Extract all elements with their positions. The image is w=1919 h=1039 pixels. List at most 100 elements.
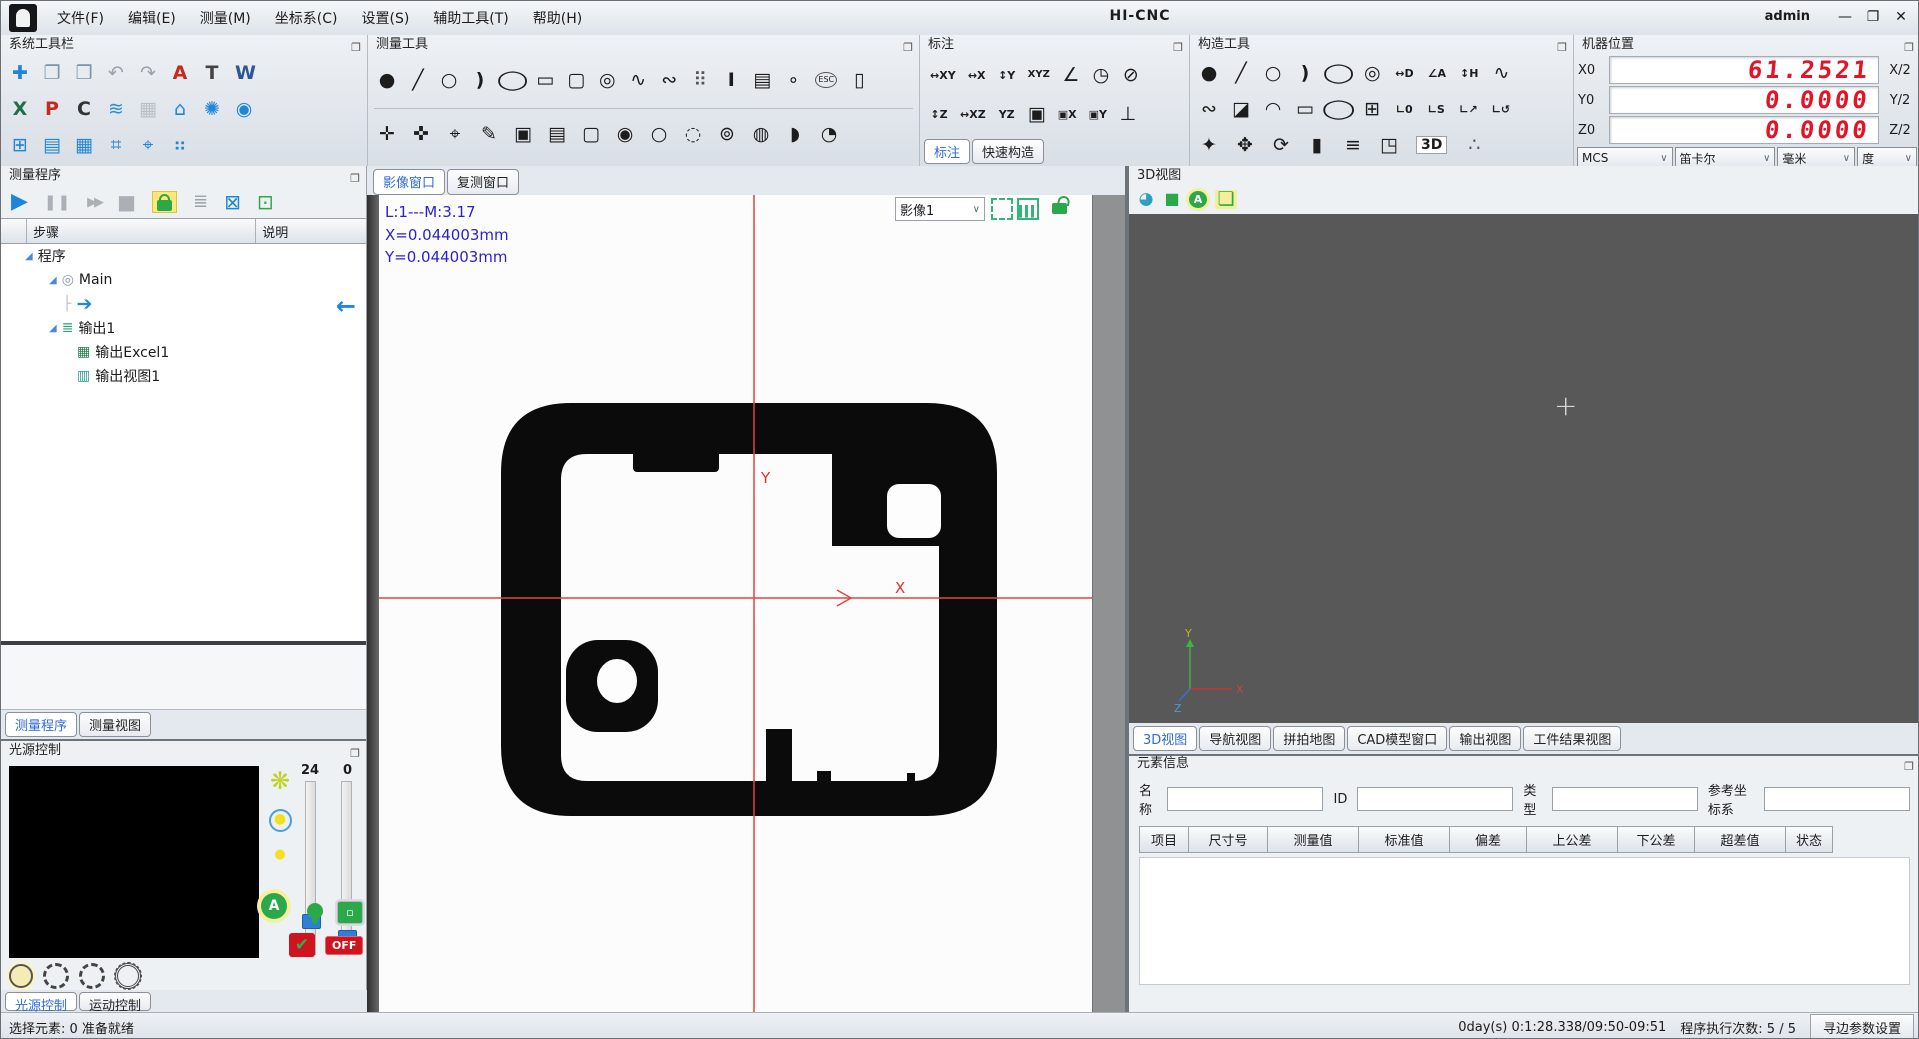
collapse-panel-icon[interactable]: ❐ bbox=[1904, 38, 1914, 58]
tab-image-window[interactable]: 影像窗口 bbox=[373, 169, 445, 195]
dim-xyz-icon[interactable]: XYZ bbox=[1028, 70, 1050, 80]
frame-program-icon[interactable]: ⊡ bbox=[257, 192, 274, 212]
dim-box-y-icon[interactable]: ▣Y bbox=[1089, 109, 1107, 120]
txt-export-icon[interactable]: T bbox=[203, 64, 221, 83]
construct-distance-icon[interactable]: ↔D bbox=[1395, 68, 1413, 79]
collapse-panel-icon[interactable]: ❐ bbox=[350, 744, 360, 764]
tab-quick-construct[interactable]: 快速构造 bbox=[972, 139, 1044, 164]
dim-yz-icon[interactable]: YZ bbox=[998, 109, 1016, 120]
snapshot-button[interactable]: ▫ bbox=[337, 901, 363, 924]
construct-circle-icon[interactable]: ○ bbox=[1264, 64, 1282, 83]
auto-light-button[interactable]: A bbox=[261, 893, 287, 919]
pdf-export-icon[interactable]: P bbox=[43, 100, 61, 119]
expander-icon[interactable]: ◢ bbox=[25, 251, 33, 262]
menu-measure[interactable]: 测量(M) bbox=[190, 4, 261, 32]
tab-measure-view[interactable]: 测量视图 bbox=[79, 712, 151, 737]
column-header[interactable] bbox=[1, 219, 27, 243]
circle-tool-icon[interactable]: ○ bbox=[440, 71, 458, 90]
tree-row-program[interactable]: ◢ 程序 bbox=[1, 244, 366, 268]
bulb-icon[interactable] bbox=[307, 903, 323, 919]
histogram-icon[interactable] bbox=[1017, 198, 1039, 220]
menu-settings[interactable]: 设置(S) bbox=[351, 4, 419, 32]
coord-restore-icon[interactable]: ∟↺ bbox=[1492, 104, 1510, 115]
report-table-icon[interactable]: ▤ bbox=[43, 136, 61, 155]
spot-light-icon[interactable]: ● bbox=[271, 848, 289, 861]
tab-remeasure-window[interactable]: 复测窗口 bbox=[447, 169, 519, 195]
tab-cad-window[interactable]: CAD模型窗口 bbox=[1347, 726, 1447, 751]
small-circle-tool-icon[interactable]: ∘ bbox=[784, 71, 802, 90]
camera-preview[interactable] bbox=[9, 766, 259, 958]
point-tool-icon[interactable]: ● bbox=[378, 71, 396, 90]
mode-3d-button[interactable]: 3D bbox=[1416, 136, 1447, 154]
dim-radius-icon[interactable]: ◷ bbox=[1092, 66, 1110, 85]
light-mode-ring4-icon[interactable] bbox=[43, 963, 69, 989]
name-input[interactable] bbox=[1167, 787, 1323, 811]
dim-perpendicular-icon[interactable]: ⊥ bbox=[1119, 105, 1137, 124]
col-status[interactable]: 状态 bbox=[1785, 826, 1833, 853]
run-program-icon[interactable]: ▶ bbox=[11, 191, 28, 213]
ring-tool-icon[interactable]: ◎ bbox=[598, 71, 616, 90]
tab-stitch-map[interactable]: 拼拍地图 bbox=[1273, 726, 1345, 751]
menu-coordinate[interactable]: 坐标系(C) bbox=[265, 4, 348, 32]
height-tool-icon[interactable]: I bbox=[722, 71, 740, 90]
layout-grid-icon[interactable]: ⊞ bbox=[11, 136, 29, 155]
menu-help[interactable]: 帮助(H) bbox=[523, 4, 592, 32]
tree-row-step-pointer[interactable]: ├ ➔ bbox=[1, 292, 366, 316]
apply-light-button[interactable]: ✔ bbox=[289, 933, 315, 957]
line-tool-icon[interactable]: ╱ bbox=[409, 71, 427, 90]
slot-tool-icon[interactable]: ▢ bbox=[567, 71, 585, 90]
crosshair-tool-icon[interactable]: ✛ bbox=[378, 125, 396, 144]
expand-program-icon[interactable]: ⊠ bbox=[224, 192, 241, 212]
tab-measure-program[interactable]: 测量程序 bbox=[5, 712, 77, 737]
construct-ring-icon[interactable]: ◎ bbox=[1363, 64, 1381, 83]
collapse-panel-icon[interactable]: ❐ bbox=[1173, 38, 1183, 58]
dim-z-icon[interactable]: ↕Z bbox=[930, 109, 948, 120]
collapse-panel-icon[interactable]: ❐ bbox=[1557, 38, 1567, 58]
dim-box-icon[interactable]: ▣ bbox=[1028, 105, 1046, 124]
tree-row-main[interactable]: ◢ ◎ Main bbox=[1, 268, 366, 292]
tab-nav-view[interactable]: 导航视图 bbox=[1199, 726, 1271, 751]
camera-select[interactable]: 影像1∨ bbox=[895, 197, 985, 221]
home-icon[interactable]: ⌂ bbox=[171, 100, 189, 119]
target-icon[interactable]: ⌖ bbox=[139, 136, 157, 155]
id-input[interactable] bbox=[1357, 787, 1513, 811]
edge-params-button[interactable]: 寻边参数设置 bbox=[1810, 1014, 1914, 1039]
box-measure-icon[interactable]: ▣ bbox=[514, 125, 532, 144]
crosshair-dot-tool-icon[interactable]: ✜ bbox=[412, 125, 430, 144]
grid-disabled-icon[interactable]: ▦ bbox=[139, 100, 157, 119]
tree-row-output1[interactable]: ◢ ≣ 输出1 bbox=[1, 316, 366, 340]
tab-motion-control[interactable]: 运动控制 bbox=[79, 992, 151, 1011]
construct-slot-icon[interactable]: ◯ bbox=[1322, 100, 1356, 119]
map-pin-icon[interactable]: ✦ bbox=[1200, 136, 1218, 155]
orbit-view-icon[interactable]: ◕ bbox=[1137, 191, 1155, 208]
settings-gear-icon[interactable]: ✺ bbox=[203, 100, 221, 119]
circle-dashed-icon[interactable]: ◌ bbox=[684, 125, 702, 144]
column-header-description[interactable]: 说明 bbox=[256, 219, 366, 243]
axis-z-half-button[interactable]: Z/2 bbox=[1884, 123, 1916, 138]
col-nominal[interactable]: 标准值 bbox=[1358, 826, 1450, 853]
axis-y-half-button[interactable]: Y/2 bbox=[1884, 93, 1916, 108]
light-mode-flat-icon[interactable] bbox=[9, 964, 33, 988]
col-upper-tol[interactable]: 上公差 bbox=[1526, 826, 1618, 853]
expander-icon[interactable]: ◢ bbox=[49, 323, 57, 334]
box-image-icon[interactable]: ▤ bbox=[548, 125, 566, 144]
align-icon[interactable]: ≡ bbox=[1344, 136, 1362, 155]
tab-light-control[interactable]: 光源控制 bbox=[5, 992, 77, 1011]
col-measured[interactable]: 测量值 bbox=[1267, 826, 1359, 853]
construct-curve-icon[interactable]: ∿ bbox=[1492, 64, 1510, 83]
image-viewport[interactable]: Y X L:1---M:3.17 X=0.044003mm Y=0.044003… bbox=[367, 195, 1125, 1012]
ring-scan-icon[interactable]: ⊚ bbox=[718, 125, 736, 144]
texture-circle-icon[interactable]: ◍ bbox=[752, 125, 770, 144]
undo-icon[interactable]: ↶ bbox=[107, 64, 125, 83]
list-program-icon[interactable]: ≣ bbox=[193, 193, 208, 211]
move-stage-icon[interactable]: ✥ bbox=[1236, 136, 1254, 155]
col-dim-no[interactable]: 尺寸号 bbox=[1188, 826, 1268, 853]
box-scan-icon[interactable]: ▢ bbox=[582, 125, 600, 144]
word-export-icon[interactable]: W bbox=[235, 64, 256, 83]
light-slider-1[interactable] bbox=[305, 781, 316, 955]
construct-rect-icon[interactable]: ▭ bbox=[1296, 100, 1314, 119]
circle-scan-icon[interactable]: ◉ bbox=[616, 125, 634, 144]
collapse-panel-icon[interactable]: ❐ bbox=[903, 38, 913, 58]
construct-calc-icon[interactable]: ⊞ bbox=[1363, 100, 1381, 119]
construct-height-icon[interactable]: ↕H bbox=[1460, 68, 1478, 79]
